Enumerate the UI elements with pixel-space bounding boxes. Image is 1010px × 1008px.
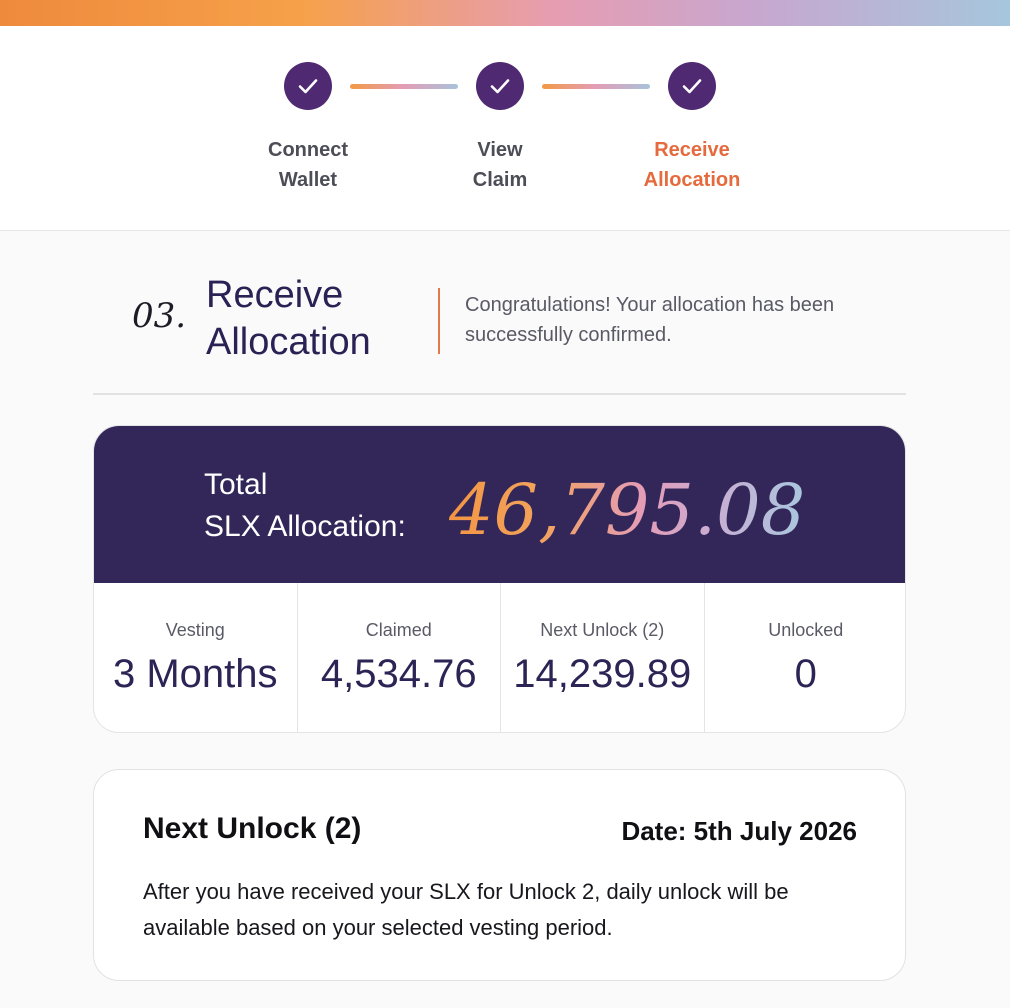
step-connector-2 xyxy=(542,84,650,89)
allocation-header: Total SLX Allocation: 46,795.08 xyxy=(94,426,905,583)
stat-unlocked: Unlocked 0 xyxy=(705,583,906,732)
stat-label: Unlocked xyxy=(768,620,844,640)
section-description: Congratulations! Your allocation has bee… xyxy=(465,294,835,346)
progress-stepper: Connect Wallet View Claim Receive Alloca… xyxy=(0,26,1010,231)
next-unlock-description: After you have received your SLX for Unl… xyxy=(143,879,789,940)
stat-value: 14,239.89 xyxy=(513,652,692,696)
stat-value: 4,534.76 xyxy=(320,652,477,696)
step-1-complete xyxy=(284,62,332,110)
next-unlock-card: Next Unlock (2) Date: 5th July 2026 Afte… xyxy=(93,769,906,981)
allocation-label: Total SLX Allocation: xyxy=(204,464,454,548)
step-2-complete xyxy=(476,62,524,110)
stat-label: Vesting xyxy=(165,620,225,640)
step-connector-1 xyxy=(350,84,458,89)
check-icon xyxy=(490,79,510,94)
step-label-line: Wallet xyxy=(278,169,338,191)
step-label-line: Claim xyxy=(472,169,528,191)
step-label-receive-allocation: Receive Allocation xyxy=(612,135,772,195)
allocation-label-line: Total xyxy=(204,468,268,501)
stat-vesting: Vesting 3 Months xyxy=(94,583,298,732)
total-allocation-value: 46,795.08 xyxy=(449,469,806,551)
next-unlock-date: Date: 5th July 2026 xyxy=(621,816,857,846)
step-3-complete xyxy=(668,62,716,110)
step-label-line: Receive xyxy=(654,139,730,161)
step-label-view-claim: View Claim xyxy=(420,135,580,195)
step-label-line: Connect xyxy=(268,139,348,161)
top-gradient-bar xyxy=(0,0,1010,26)
stat-claimed: Claimed 4,534.76 xyxy=(298,583,501,732)
step-label-line: View xyxy=(477,139,523,161)
vertical-divider xyxy=(438,288,440,354)
stat-value: 3 Months xyxy=(112,652,278,696)
step-label-line: Allocation xyxy=(643,169,741,191)
stat-label: Claimed xyxy=(365,620,432,640)
allocation-label-line: SLX Allocation: xyxy=(204,510,406,543)
check-icon xyxy=(682,79,702,94)
allocation-stats: Vesting 3 Months Claimed 4,534.76 Next U… xyxy=(94,583,906,732)
check-icon xyxy=(298,79,318,94)
stat-value: 0 xyxy=(794,652,817,696)
stat-label: Next Unlock (2) xyxy=(540,620,665,640)
stat-next-unlock: Next Unlock (2) 14,239.89 xyxy=(501,583,705,732)
step-label-connect-wallet: Connect Wallet xyxy=(228,135,388,195)
horizontal-divider xyxy=(93,393,906,395)
page-title: Receive Allocation xyxy=(206,274,371,363)
section-number: 03. xyxy=(132,296,187,336)
next-unlock-title: Next Unlock (2) xyxy=(143,812,362,845)
allocation-card: Total SLX Allocation: 46,795.08 Vesting … xyxy=(93,425,906,733)
